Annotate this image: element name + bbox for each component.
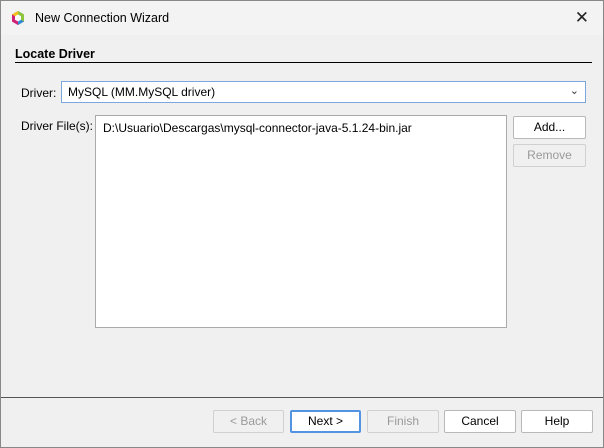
close-icon[interactable]: ✕ <box>575 8 589 28</box>
section-title: Locate Driver <box>15 47 95 61</box>
driver-select-value: MySQL (MM.MySQL driver) <box>68 85 216 99</box>
chevron-down-icon[interactable]: ⌄ <box>570 84 579 97</box>
window-title: New Connection Wizard <box>35 11 170 25</box>
wizard-window: New Connection Wizard ✕ Locate Driver Dr… <box>0 0 604 448</box>
divider <box>15 62 592 63</box>
cancel-button[interactable]: Cancel <box>444 410 516 433</box>
next-button[interactable]: Next > <box>290 410 361 433</box>
finish-button[interactable]: Finish <box>367 410 439 433</box>
add-button[interactable]: Add... <box>513 116 586 139</box>
list-item[interactable]: D:\Usuario\Descargas\mysql-connector-jav… <box>103 121 499 135</box>
divider <box>1 397 603 398</box>
netbeans-logo-icon <box>12 11 24 25</box>
title-bar: New Connection Wizard ✕ <box>1 1 603 35</box>
driver-files-list[interactable]: D:\Usuario\Descargas\mysql-connector-jav… <box>95 115 507 328</box>
remove-button[interactable]: Remove <box>513 144 586 167</box>
back-button[interactable]: < Back <box>213 410 284 433</box>
driver-label: Driver: <box>21 86 57 100</box>
driver-select[interactable]: MySQL (MM.MySQL driver) ⌄ <box>61 81 586 103</box>
help-button[interactable]: Help <box>521 410 593 433</box>
driver-files-label: Driver File(s): <box>21 119 93 133</box>
